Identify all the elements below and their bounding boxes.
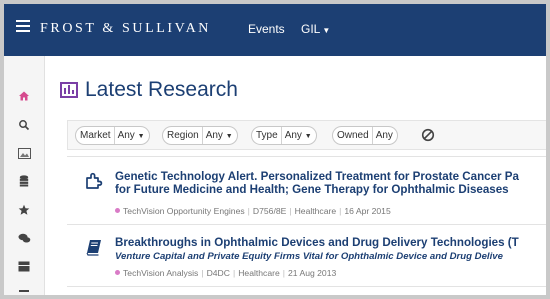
more-icon[interactable] [16,284,32,295]
brand-logo[interactable]: FROST & SULLIVAN [40,21,211,37]
caret-down-icon: ▼ [304,133,312,140]
result-source: TechVision Analysis [123,268,199,278]
bar-chart-icon [60,82,78,98]
image-icon[interactable] [16,145,32,161]
result-title-link[interactable]: Breakthroughs in Ophthalmic Devices and … [115,236,546,249]
result-sector: Healthcare [238,268,280,278]
divider [67,156,546,157]
filter-owned[interactable]: Owned Any [332,126,398,145]
filter-type-value: Any [284,130,302,141]
divider [67,224,546,225]
search-icon[interactable] [16,117,32,133]
filter-region-label: Region [167,130,199,141]
result-title-link[interactable]: Genetic Technology Alert. Personalized T… [115,170,546,196]
filter-type[interactable]: Type Any ▼ [251,126,317,145]
caret-down-icon: ▼ [225,133,233,140]
home-icon[interactable] [16,88,32,104]
result-subtitle: Venture Capital and Private Equity Firms… [115,251,503,262]
result-sector: Healthcare [294,206,337,216]
left-sidebar [4,56,45,295]
result-title-line: Breakthroughs in Ophthalmic Devices and … [115,236,519,249]
app-window: FROST & SULLIVAN Events GIL ▼ Latest Res… [4,4,546,295]
result-source: TechVision Opportunity Engines [123,206,245,216]
result-meta: TechVision Analysis | D4DC | Healthcare | 21 A… [115,268,336,278]
main-content: Latest Research Market Any ▼ Region Any ▼ … [45,56,546,295]
result-date: 16 Apr 2015 [344,206,391,216]
clear-filters-icon[interactable] [421,128,435,142]
category-dot [115,270,120,275]
filter-owned-label: Owned [337,130,369,141]
result-title-line: Genetic Technology Alert. Personalized T… [115,170,519,183]
filter-market-label: Market [80,130,111,141]
book-icon [85,238,103,256]
result-code: D756/8E [252,206,287,216]
chat-icon[interactable] [16,230,32,246]
filter-type-label: Type [256,130,278,141]
filter-owned-value: Any [375,130,393,141]
result-meta: TechVision Opportunity Engines | D756/8E | H… [115,206,391,216]
filter-bar: Market Any ▼ Region Any ▼ Type Any ▼ Owned A… [67,120,546,150]
caret-down-icon: ▼ [137,133,145,140]
filter-market[interactable]: Market Any ▼ [75,126,150,145]
nav-events[interactable]: Events [248,22,285,36]
inbox-icon[interactable] [16,258,32,274]
divider [67,286,546,287]
result-code: D4DC [206,268,230,278]
hamburger-icon[interactable] [16,20,30,34]
result-date: 21 Aug 2013 [288,268,337,278]
filter-market-value: Any [117,130,135,141]
nav-events-label: Events [248,22,285,36]
page-title: Latest Research [85,78,238,101]
filter-region-value: Any [205,130,223,141]
filter-region[interactable]: Region Any ▼ [162,126,238,145]
result-title-line: for Future Medicine and Health; Gene The… [115,183,509,196]
caret-down-icon: ▼ [322,26,331,35]
nav-gil-label: GIL [301,22,321,36]
nav-gil[interactable]: GIL ▼ [301,22,330,36]
puzzle-icon [85,172,103,190]
category-dot [115,208,120,213]
star-icon[interactable] [16,202,32,218]
database-icon[interactable] [16,173,32,189]
top-bar: FROST & SULLIVAN Events GIL ▼ [4,4,546,56]
